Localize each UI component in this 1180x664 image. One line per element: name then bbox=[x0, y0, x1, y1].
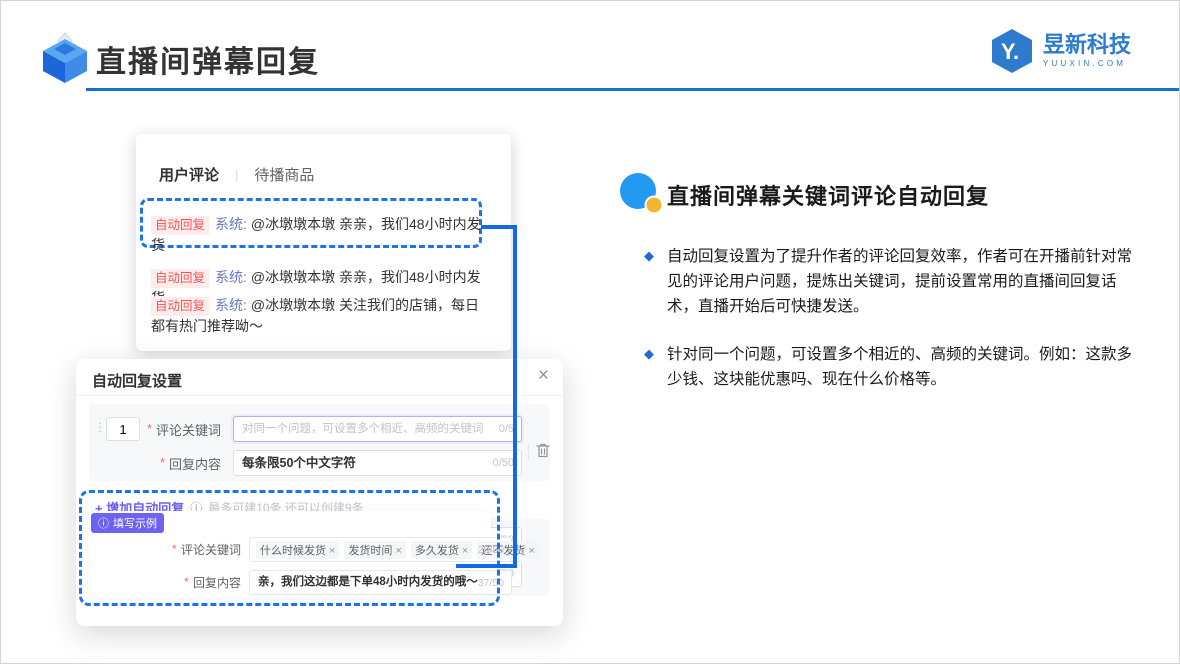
required-mark: * bbox=[147, 421, 153, 436]
connector-line bbox=[481, 225, 517, 229]
tab-divider: | bbox=[235, 167, 239, 182]
message-sender: 系统: bbox=[215, 297, 247, 313]
message-sender: 系统: bbox=[215, 216, 247, 232]
diamond-bullet-icon: ◆ bbox=[644, 346, 654, 361]
auto-reply-badge: 自动回复 bbox=[151, 269, 210, 288]
auto-reply-message: 自动回复 系统: @冰墩墩本墩 关注我们的店铺，每日都有热门推荐呦～ bbox=[151, 295, 483, 337]
svg-text:Y.: Y. bbox=[1001, 39, 1019, 64]
brand-logo: Y. 昱新科技 YUUXIN.COM bbox=[989, 28, 1131, 74]
page: 直播间弹幕回复 Y. 昱新科技 YUUXIN.COM 用户评论 | 待播商品 自… bbox=[0, 0, 1180, 664]
tab-pending-products[interactable]: 待播商品 bbox=[254, 164, 314, 185]
page-title: 直播间弹幕回复 bbox=[96, 46, 320, 79]
brand-hexagon-icon: Y. bbox=[992, 29, 1032, 73]
annotation-dashed-box bbox=[79, 490, 500, 606]
char-counter: 0/50 bbox=[492, 457, 514, 469]
action-divider bbox=[528, 444, 529, 460]
auto-reply-settings-modal: 自动回复设置 × /50 /50 ⋮⋮ * 评论关键词 0/5 * 回复内容 每… bbox=[76, 359, 563, 626]
modal-title: 自动回复设置 bbox=[92, 373, 183, 390]
entry-index-input[interactable] bbox=[106, 417, 140, 441]
close-icon[interactable]: × bbox=[538, 366, 549, 385]
auto-reply-badge: 自动回复 bbox=[151, 216, 210, 235]
cube-logo-icon bbox=[43, 32, 87, 83]
modal-divider bbox=[76, 395, 563, 396]
feature-headline: 直播间弹幕关键词评论自动回复 bbox=[667, 184, 990, 209]
card-tabs: 用户评论 | 待播商品 bbox=[159, 164, 314, 185]
entry-index-field[interactable] bbox=[107, 418, 139, 440]
required-mark: * bbox=[160, 455, 166, 470]
tab-user-comments[interactable]: 用户评论 bbox=[159, 164, 219, 185]
reply-label: 回复内容 bbox=[169, 457, 222, 472]
reply-field-value: 每条限50个中文字符 bbox=[242, 456, 356, 470]
feature-bullet: 针对同一个问题，可设置多个相近的、高频的关键词。例如：这款多少钱、这块能优惠吗、… bbox=[667, 346, 1133, 389]
feature-bullet: 自动回复设置为了提升作者的评论回复效率，作者可在开播前针对常见的评论用户问题，提… bbox=[667, 248, 1133, 316]
message-sender: 系统: bbox=[215, 269, 247, 285]
brand-name: 昱新科技 bbox=[1043, 32, 1132, 57]
char-counter: 0/5 bbox=[498, 423, 514, 435]
auto-reply-message: 自动回复系统:@冰墩墩本墩 亲亲，我们48小时内发货 bbox=[151, 214, 483, 256]
reply-input[interactable]: 每条限50个中文字符 0/50 bbox=[233, 450, 522, 476]
chat-bubble-icon bbox=[620, 173, 664, 215]
connector-line bbox=[456, 564, 517, 568]
header-underline bbox=[86, 88, 1179, 91]
auto-reply-badge: 自动回复 bbox=[151, 297, 210, 316]
keyword-label: 评论关键词 bbox=[156, 423, 222, 438]
keyword-field[interactable] bbox=[234, 417, 521, 441]
diamond-bullet-icon: ◆ bbox=[644, 248, 654, 263]
brand-domain: YUUXIN.COM bbox=[1043, 59, 1127, 68]
tag-remove-icon[interactable]: × bbox=[528, 545, 534, 557]
connector-line bbox=[513, 225, 517, 568]
delete-entry-icon[interactable] bbox=[535, 442, 551, 459]
live-comments-card: 用户评论 | 待播商品 自动回复 系统: @冰墩墩本墩 亲亲，我们48小时内发货 自… bbox=[136, 134, 511, 351]
keyword-input[interactable]: 0/5 bbox=[233, 416, 522, 442]
